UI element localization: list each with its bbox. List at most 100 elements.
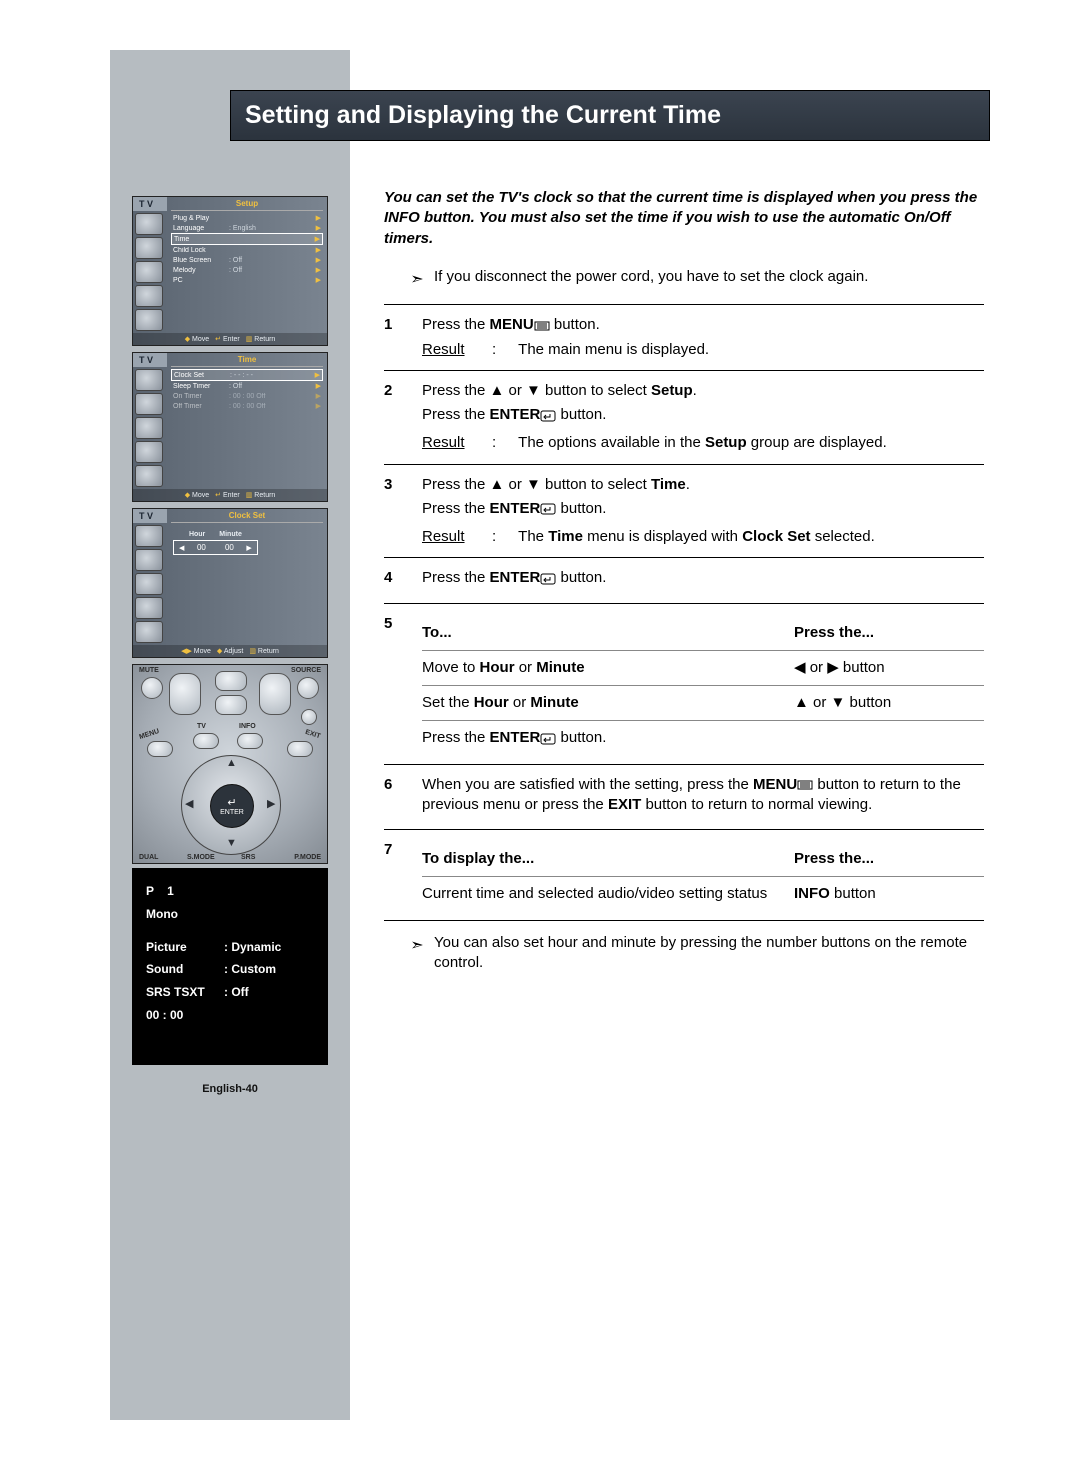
info-val: : Dynamic: [224, 936, 314, 959]
osd-icon: [135, 393, 163, 415]
osd-footer: ◆ Move ↵ Enter ▥ Return: [133, 489, 327, 501]
osd-tv-label: T V: [133, 197, 167, 211]
osd-icon: [135, 621, 163, 643]
osd-setup-title: Setup: [171, 197, 323, 211]
step-6: 6 When you are satisfied with the settin…: [384, 764, 984, 830]
note-bottom: ➣ You can also set hour and minute by pr…: [384, 933, 984, 974]
osd-clockset-title: Clock Set: [171, 509, 323, 523]
arrow-up-icon: ▲: [226, 757, 237, 769]
clock-boxes: ◀ 00 00 ▶: [173, 540, 258, 555]
enter-icon: [540, 502, 556, 515]
osd-clockset-panel: T V Clock Set Hour Minute: [132, 508, 328, 658]
step-7: 7 To display the...Press the... Current …: [384, 829, 984, 920]
osd-icon: [135, 525, 163, 547]
step-2: 2 Press the ▲ or ▼ button to select Setu…: [384, 370, 984, 464]
chevron-right-icon: ▶: [316, 392, 321, 400]
enter-icon: [540, 732, 556, 745]
page-number: English-40: [110, 1083, 350, 1095]
menu-icon: [797, 779, 813, 791]
chevron-right-icon: ▶: [316, 382, 321, 390]
osd-icon: [135, 465, 163, 487]
minute-value: 00: [218, 543, 240, 552]
info-time: 00 : 00: [146, 1004, 314, 1027]
enter-icon: [540, 572, 556, 585]
osd-row-label: PC: [173, 277, 229, 284]
note-arrow-icon: ➣: [408, 269, 426, 291]
enter-icon: [540, 409, 556, 422]
osd-time-list: Clock Set: - - : - -▶ Sleep Timer: Off▶ …: [167, 367, 327, 489]
osd-icon: [135, 213, 163, 235]
arrow-left-icon: ◀: [185, 797, 193, 810]
osd-icon: [135, 309, 163, 331]
exit-button[interactable]: [287, 741, 313, 757]
exit-label: EXIT: [305, 729, 322, 740]
arrow-down-icon: ▼: [226, 837, 237, 849]
menu-label: MENU: [138, 728, 160, 741]
osd-tv-label: T V: [133, 509, 167, 523]
chevron-right-icon: ▶: [315, 235, 320, 243]
osd-row-label: Clock Set: [174, 372, 230, 379]
arrow-right-icon: ▶: [267, 797, 275, 810]
step-3: 3 Press the ▲ or ▼ button to select Time…: [384, 464, 984, 558]
source-button[interactable]: [297, 677, 319, 699]
title-bar: Setting and Displaying the Current Time: [230, 90, 990, 141]
tv-button[interactable]: [193, 733, 219, 749]
hour-value: 00: [190, 543, 212, 552]
mute-button[interactable]: [141, 677, 163, 699]
osd-setup-panel: T V Setup Plug & Play▶ Language: English…: [132, 196, 328, 346]
sidebar: T V Setup Plug & Play▶ Language: English…: [110, 50, 350, 1420]
osd-footer: ◀▶ Move ◆ Adjust ▥ Return: [133, 645, 327, 657]
osd-icon: [135, 597, 163, 619]
osd-row-label: Sleep Timer: [173, 383, 229, 390]
chevron-right-icon: ▶: [315, 371, 320, 379]
info-key: SRS TSXT: [146, 981, 224, 1004]
osd-icon: [135, 369, 163, 391]
osd-row-label: Time: [174, 236, 230, 243]
chevron-right-icon: ▶: [316, 224, 321, 232]
osd-setup-list: Plug & Play▶ Language: English▶ Time▶ Ch…: [167, 211, 327, 333]
hour-label: Hour: [189, 531, 205, 538]
tv-label: TV: [197, 723, 206, 730]
info-button[interactable]: [237, 733, 263, 749]
osd-icon: [135, 261, 163, 283]
enter-button[interactable]: ↵ ENTER: [210, 784, 254, 828]
osd-row-label: On Timer: [173, 393, 229, 400]
page-title: Setting and Displaying the Current Time: [231, 91, 989, 140]
info-status-panel: P 1 Mono Picture: Dynamic Sound: Custom …: [132, 868, 328, 1065]
osd-tv-label: T V: [133, 353, 167, 367]
chevron-right-icon: ▶: [316, 402, 321, 410]
smode-label: S.MODE: [187, 854, 215, 861]
info-mono: Mono: [146, 903, 314, 926]
chevron-right-icon: ▶: [316, 246, 321, 254]
info-key: Picture: [146, 936, 224, 959]
osd-row-label: Off Timer: [173, 403, 229, 410]
osd-row-label: Language: [173, 225, 229, 232]
up-tilde-button[interactable]: [215, 671, 247, 691]
step-4: 4 Press the ENTER button.: [384, 557, 984, 602]
mute-label: MUTE: [139, 667, 159, 674]
remote-panel: MUTE SOURCE MENU TV INFO EXIT ▲ ▼: [132, 664, 328, 864]
chevron-right-icon: ▶: [316, 214, 321, 222]
down-tilde-button[interactable]: [215, 695, 247, 715]
info-label: INFO: [239, 723, 256, 730]
chevron-right-icon: ▶: [246, 544, 251, 552]
chevron-right-icon: ▶: [316, 266, 321, 274]
osd-icon: [135, 573, 163, 595]
osd-time-title: Time: [171, 353, 323, 367]
chevron-right-icon: ▶: [316, 276, 321, 284]
osd-icon: [135, 417, 163, 439]
menu-button[interactable]: [147, 741, 173, 757]
osd-row-label: Blue Screen: [173, 257, 229, 264]
pmode-label: P.MODE: [294, 854, 321, 861]
info-val: : Custom: [224, 958, 314, 981]
vol-rocker[interactable]: [169, 673, 201, 715]
source-label: SOURCE: [291, 667, 321, 674]
note-arrow-icon: ➣: [408, 935, 426, 957]
step-1: 1 Press the MENU button. Result:The main…: [384, 304, 984, 370]
ch-rocker[interactable]: [259, 673, 291, 715]
osd-row-label: Melody: [173, 267, 229, 274]
osd-time-panel: T V Time Clock Set: - - : - -▶ Sleep Tim…: [132, 352, 328, 502]
small-button[interactable]: [301, 709, 317, 725]
info-key: Sound: [146, 958, 224, 981]
osd-icon: [135, 441, 163, 463]
